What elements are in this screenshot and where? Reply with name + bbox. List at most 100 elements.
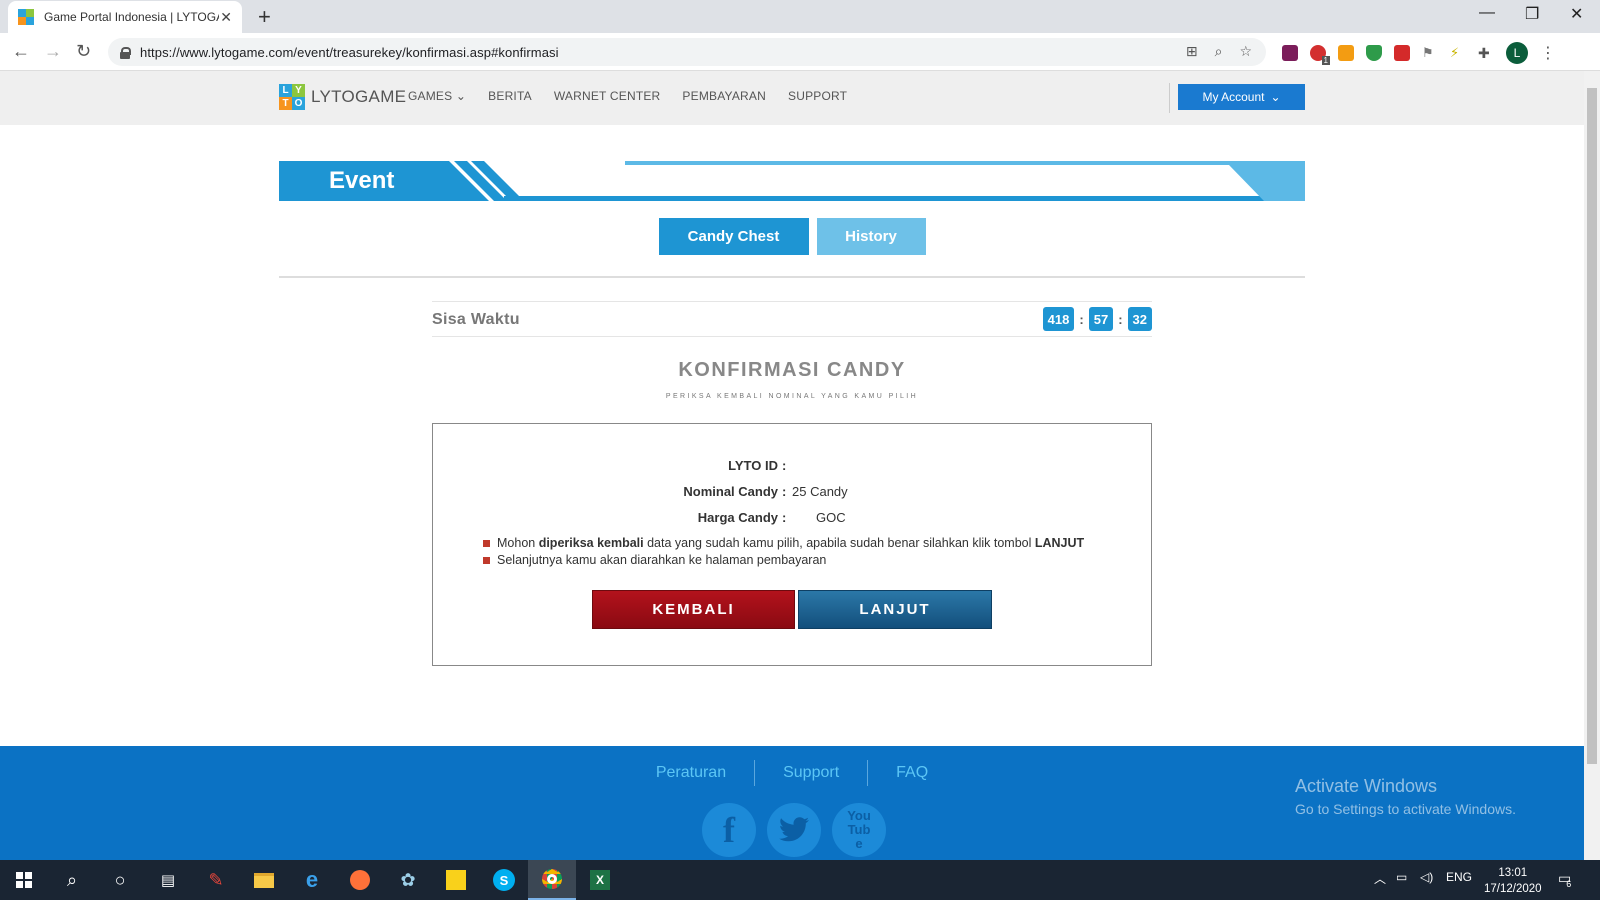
tab-history[interactable]: History	[816, 218, 926, 255]
activate-windows-title: Activate Windows	[1295, 776, 1438, 796]
new-tab-icon[interactable]: +	[258, 4, 271, 30]
note-redirect: Selanjutnya kamu akan diarahkan ke halam…	[483, 553, 826, 567]
nav-pembayaran[interactable]: PEMBAYARAN	[682, 89, 766, 103]
tab-close-icon[interactable]: ✕	[220, 9, 232, 26]
reload-icon[interactable]: ↻	[76, 41, 91, 62]
forward-icon[interactable]: →	[44, 41, 62, 62]
kembali-button[interactable]: KEMBALI	[592, 590, 795, 629]
restore-icon[interactable]: ❐	[1525, 4, 1539, 24]
language-indicator[interactable]: ENG	[1446, 870, 1472, 884]
nav-games-label: GAMES	[408, 89, 453, 103]
excel-icon[interactable]: X	[576, 860, 624, 900]
nav-berita[interactable]: BERITA	[488, 89, 532, 103]
twitter-bird-graphic	[779, 817, 809, 842]
site-header: L Y T O LYTOGAME GAMES ⌄ BERITA WARNET C…	[0, 71, 1584, 125]
extension-icon[interactable]	[1282, 45, 1298, 61]
detail-colon: :	[782, 484, 787, 499]
bookmark-star-icon[interactable]: ☆	[1239, 43, 1252, 60]
note-text-bold: diperiksa kembali	[538, 536, 644, 550]
event-tabs: Candy Chest History	[0, 218, 1584, 255]
nominal-candy-value: 25 Candy	[792, 484, 848, 499]
extension-bolt-icon[interactable]: ⚡	[1450, 45, 1466, 61]
youtube-icon[interactable]: YouTube	[832, 803, 886, 857]
cortana-icon[interactable]: ○	[96, 860, 144, 900]
task-view-icon[interactable]: ▤	[144, 860, 192, 900]
search-icon[interactable]: ⌕	[48, 860, 96, 900]
my-account-label: My Account	[1202, 90, 1265, 104]
nav-warnet-center[interactable]: WARNET CENTER	[554, 89, 661, 103]
extensions-puzzle-icon[interactable]: ✚	[1478, 45, 1494, 61]
nav-games[interactable]: GAMES ⌄	[408, 89, 466, 103]
network-icon[interactable]: ▭	[1396, 870, 1407, 884]
logo-letter: O	[292, 97, 305, 110]
timer-separator: :	[1079, 311, 1084, 327]
twitter-icon[interactable]	[767, 803, 821, 857]
nav-support[interactable]: SUPPORT	[788, 89, 847, 103]
extension-flag-icon[interactable]: ⚑	[1422, 45, 1438, 61]
minimize-icon[interactable]: —	[1479, 4, 1495, 22]
site-footer: Peraturan Support FAQ f YouTube Activate…	[0, 746, 1584, 860]
note-text: Mohon	[497, 536, 539, 550]
browser-menu-icon[interactable]: ⋮	[1540, 43, 1556, 63]
lytogame-favicon-icon	[18, 9, 34, 25]
clock-time: 13:01	[1498, 867, 1528, 879]
footer-link-faq[interactable]: FAQ	[867, 760, 956, 786]
browser-tab[interactable]: Game Portal Indonesia | LYTOGAME ✕	[8, 1, 242, 33]
notification-center-icon[interactable]: ▭6	[1558, 870, 1576, 889]
sticky-notes-icon[interactable]	[432, 860, 480, 900]
extension-shop-icon[interactable]	[1338, 45, 1354, 61]
logo-letter: Y	[292, 84, 305, 97]
address-bar[interactable]: https://www.lytogame.com/event/treasurek…	[108, 38, 1266, 66]
footer-link-support[interactable]: Support	[754, 760, 867, 786]
confirm-title: KONFIRMASI CANDY	[678, 359, 906, 381]
logo-mark: L Y T O	[279, 84, 305, 110]
translate-icon[interactable]: ⊞	[1186, 43, 1198, 60]
remaining-time-row: Sisa Waktu 418 : 57 : 32	[432, 301, 1152, 337]
note-check-again: Mohon diperiksa kembali data yang sudah …	[483, 536, 1084, 550]
detail-colon: :	[782, 510, 787, 525]
extension-shield-icon[interactable]	[1366, 45, 1382, 61]
file-explorer-icon[interactable]	[240, 860, 288, 900]
internet-explorer-icon[interactable]: e	[288, 860, 336, 900]
tray-chevron-icon[interactable]: ︿	[1374, 870, 1386, 887]
browser-toolbar: ← → ↻ https://www.lytogame.com/event/tre…	[0, 33, 1600, 71]
firefox-icon[interactable]	[336, 860, 384, 900]
tab-candy-chest[interactable]: Candy Chest	[658, 218, 809, 255]
main-nav: GAMES ⌄ BERITA WARNET CENTER PEMBAYARAN …	[408, 89, 847, 103]
event-banner: Event	[279, 161, 1305, 201]
detail-row-nominal: Nominal Candy : 25 Candy	[433, 484, 1153, 504]
facebook-icon[interactable]: f	[702, 803, 756, 857]
divider	[279, 276, 1305, 278]
notification-count: 6	[1566, 879, 1572, 889]
taskbar-clock[interactable]: 13:01 17/12/2020	[1484, 865, 1542, 897]
extension-badge-icon[interactable]: 1	[1310, 45, 1330, 65]
scrollbar-thumb[interactable]	[1587, 88, 1597, 764]
back-icon[interactable]: ←	[12, 41, 30, 62]
timer-hours: 418	[1042, 307, 1075, 331]
app-icon[interactable]: ✎	[192, 860, 240, 900]
page-scrollbar[interactable]	[1584, 71, 1600, 860]
zoom-icon[interactable]: ⌕	[1215, 43, 1223, 60]
confirm-subtitle: PERIKSA KEMBALI NOMINAL YANG KAMU PILIH	[665, 393, 919, 400]
paint-icon[interactable]: ✿	[384, 860, 432, 900]
extension-pdf-icon[interactable]	[1394, 45, 1410, 61]
chrome-icon[interactable]	[528, 860, 576, 900]
logo-text: LYTOGAME	[311, 87, 407, 106]
logo-letter: T	[279, 97, 292, 110]
harga-candy-value: GOC	[816, 510, 846, 525]
detail-colon: :	[782, 458, 787, 473]
windows-start-icon[interactable]	[0, 860, 48, 900]
nominal-candy-label: Nominal Candy	[683, 484, 778, 499]
lytogame-logo[interactable]: L Y T O LYTOGAME	[279, 84, 406, 110]
lanjut-button[interactable]: LANJUT	[798, 590, 992, 629]
youtube-logo-text: YouTube	[847, 808, 871, 851]
note-text: Selanjutnya kamu akan diarahkan ke halam…	[497, 553, 827, 567]
profile-avatar[interactable]: L	[1506, 42, 1528, 64]
my-account-button[interactable]: My Account ⌄	[1178, 84, 1305, 110]
volume-icon[interactable]: ◁)	[1420, 870, 1433, 884]
activate-windows-subtitle: Go to Settings to activate Windows.	[1295, 801, 1516, 817]
event-banner-graphic	[279, 161, 1305, 201]
skype-icon[interactable]: S	[480, 860, 528, 900]
footer-link-peraturan[interactable]: Peraturan	[628, 760, 754, 786]
close-window-icon[interactable]: ✕	[1570, 4, 1583, 24]
